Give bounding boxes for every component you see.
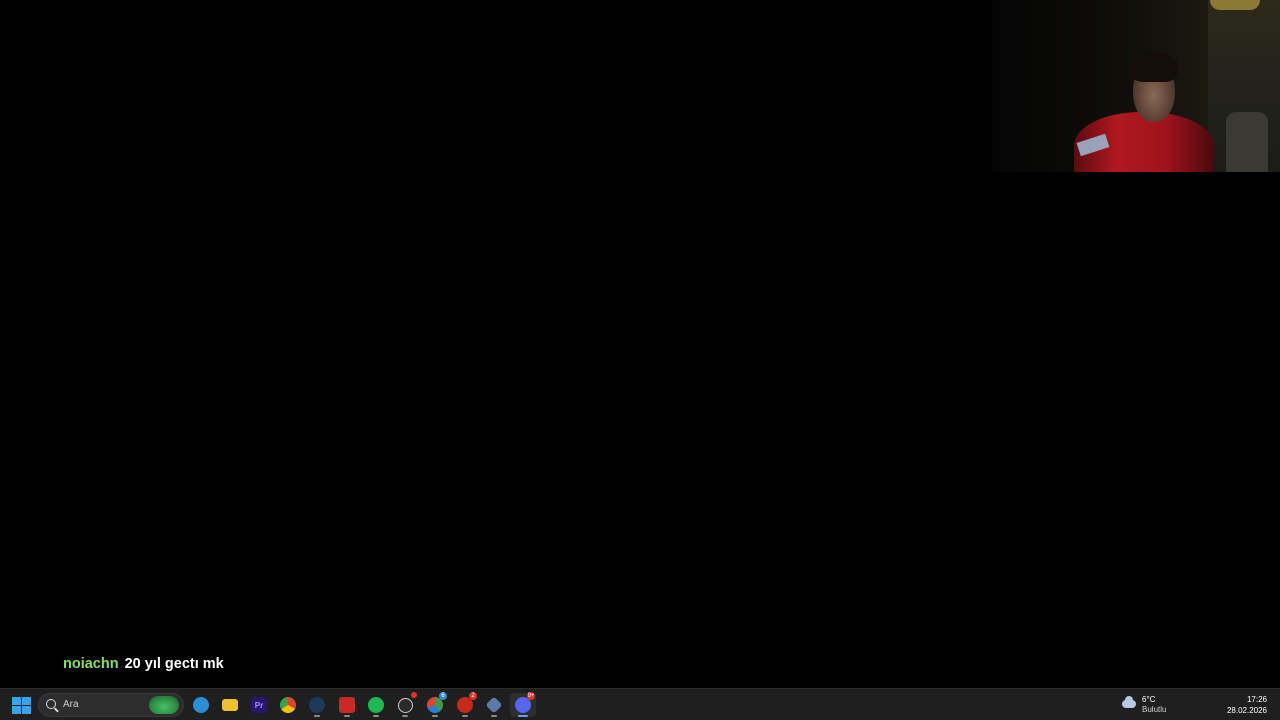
windows-logo-tile <box>21 705 31 714</box>
taskbar-search[interactable]: Ara <box>38 693 184 717</box>
taskbar-app-settings[interactable] <box>481 693 507 717</box>
weather-condition: Bulutlu <box>1142 705 1167 714</box>
taskbar-app-news[interactable] <box>334 693 360 717</box>
windows-logo-tile <box>11 705 21 714</box>
taskbar-app-steam[interactable] <box>304 693 330 717</box>
circle-app-icon <box>397 697 413 713</box>
steam-icon <box>309 697 325 713</box>
running-indicator <box>402 715 408 717</box>
notification-dot <box>411 692 417 698</box>
windows-start-button[interactable] <box>10 695 32 715</box>
chair <box>1226 112 1268 172</box>
taskbar-app-spotify[interactable] <box>363 693 389 717</box>
weather-widget[interactable]: 6°C Bulutlu <box>1120 693 1200 717</box>
edge-icon <box>193 697 209 713</box>
taskbar-app-circle[interactable] <box>392 692 418 717</box>
notification-badge: 2 <box>469 692 477 700</box>
search-icon <box>46 699 56 709</box>
running-indicator <box>462 715 468 717</box>
chat-text: 20 yıl gectı mk <box>124 656 224 672</box>
running-indicator <box>344 715 350 717</box>
windows-logo-tile <box>11 696 21 705</box>
background-lamp <box>1210 0 1260 10</box>
news-icon <box>339 697 355 713</box>
taskbar-app-file-explorer[interactable] <box>217 693 243 717</box>
cloud-icon <box>1122 696 1136 708</box>
taskbar-app-discord[interactable]: 9+ <box>510 692 536 717</box>
taskbar-app-chrome-profile[interactable]: 6 <box>422 692 448 717</box>
windows-logo-tile <box>21 696 31 705</box>
gear-app-icon <box>485 696 503 714</box>
running-indicator <box>518 715 528 717</box>
notification-badge: 6 <box>439 692 447 700</box>
clock-date: 28.02.2026 <box>1226 706 1267 715</box>
taskbar-app-red[interactable]: 2 <box>452 692 478 717</box>
running-indicator <box>432 715 438 717</box>
system-clock[interactable]: 17:26 28.02.2026 <box>1227 694 1267 716</box>
running-indicator <box>491 715 497 717</box>
running-indicator <box>373 715 379 717</box>
running-indicator <box>314 715 320 717</box>
stream-screen: noiachn 20 yıl gectı mk Ara Pr 6 2 9+ 6°… <box>0 0 1280 720</box>
taskbar-app-chrome[interactable] <box>275 693 301 717</box>
chat-message: noiachn 20 yıl gectı mk <box>63 654 224 674</box>
search-highlight-icon <box>149 696 179 714</box>
spotify-icon <box>368 697 384 713</box>
weather-temperature: 6°C <box>1142 695 1156 704</box>
chat-username: noiachn <box>63 656 119 672</box>
notification-badge: 9+ <box>527 692 535 700</box>
chrome-icon <box>280 697 296 713</box>
search-placeholder: Ara <box>63 699 79 710</box>
clock-time: 17:26 <box>1246 695 1267 704</box>
premiere-icon: Pr <box>251 697 267 713</box>
taskbar-app-edge[interactable] <box>188 693 214 717</box>
taskbar: Ara Pr 6 2 9+ 6°C Bulutlu 17:26 28.02.20… <box>0 688 1280 720</box>
taskbar-app-premiere[interactable]: Pr <box>246 693 272 717</box>
webcam-overlay <box>992 0 1280 172</box>
folder-icon <box>222 699 238 711</box>
person-hair <box>1130 52 1178 82</box>
